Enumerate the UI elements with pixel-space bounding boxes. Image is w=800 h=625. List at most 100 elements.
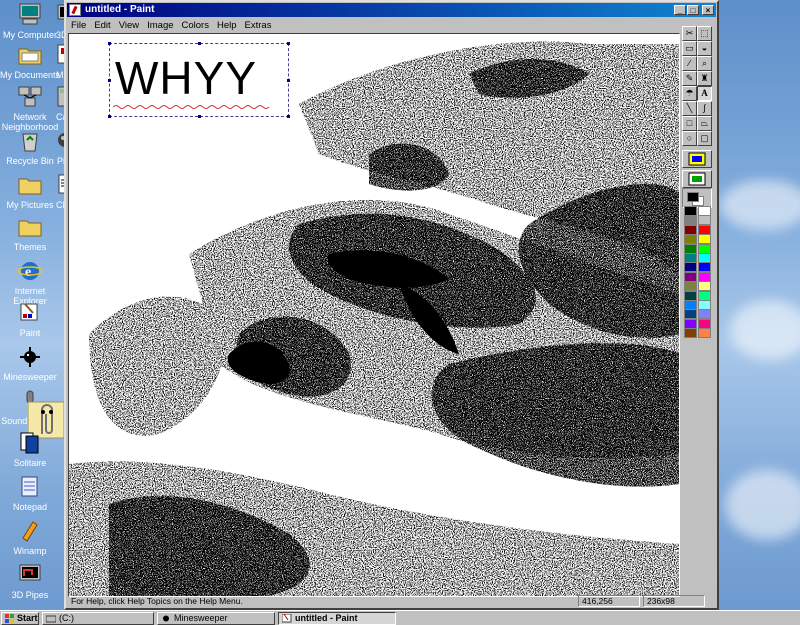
- desktop-icon-label: My Pictures: [6, 200, 54, 210]
- resize-handle[interactable]: [287, 42, 290, 45]
- palette-swatch[interactable]: [698, 328, 711, 339]
- menu-view[interactable]: View: [115, 18, 143, 32]
- internet-explorer-icon: e: [17, 258, 43, 284]
- rounded-rect-tool-icon[interactable]: ▢: [697, 131, 712, 146]
- folder-icon: [17, 42, 43, 68]
- status-bar: For Help, click Help Topics on the Help …: [67, 595, 716, 607]
- close-button[interactable]: ×: [702, 5, 714, 15]
- cards-icon: [17, 430, 43, 456]
- desktop-icon-label: Paint: [19, 328, 41, 338]
- desktop-icon-my-computer[interactable]: My Computer: [0, 2, 60, 40]
- magnifier-tool-icon[interactable]: ⌕: [697, 56, 712, 71]
- desktop-icon-recycle-bin[interactable]: Recycle Bin: [0, 128, 60, 166]
- desktop-icon-paint[interactable]: Paint: [0, 300, 60, 338]
- drawing-canvas[interactable]: WHYY: [69, 34, 679, 596]
- resize-handle[interactable]: [287, 79, 290, 82]
- taskbar: Start (C:) Minesweeper untitled - Paint: [0, 610, 800, 625]
- status-cursor-position: 416,256: [578, 595, 640, 607]
- desktop-icon-winamp[interactable]: Winamp: [0, 518, 60, 556]
- network-icon: [17, 84, 43, 110]
- minesweeper-icon: [17, 344, 43, 370]
- eraser-tool-icon[interactable]: ▭: [682, 41, 697, 56]
- paint-icon: [281, 613, 292, 623]
- desktop-icon-solitaire[interactable]: Solitaire: [0, 430, 60, 468]
- desktop-icon-notepad[interactable]: Notepad: [0, 474, 60, 512]
- menu-image[interactable]: Image: [143, 18, 177, 32]
- toolbox: ✂ ⬚ ▭ ◒ ∕ ⌕ ✎ ♜ ☂ A ╲ ∫ □ ⏢ ○ ▢: [682, 26, 715, 339]
- desktop-icon-label: My Documents: [0, 70, 60, 80]
- resize-handle[interactable]: [287, 115, 290, 118]
- taskbar-button-label: untitled - Paint: [295, 613, 358, 623]
- stippled-face-artwork: [69, 41, 679, 596]
- foreground-color-swatch[interactable]: [687, 192, 699, 202]
- minimize-button[interactable]: _: [674, 5, 686, 15]
- desktop-icon-my-pictures[interactable]: My Pictures: [0, 172, 60, 210]
- menu-colors[interactable]: Colors: [178, 18, 213, 32]
- resize-handle[interactable]: [108, 79, 111, 82]
- menu-bar: File Edit View Image Colors Help Extras: [67, 18, 716, 32]
- free-select-tool-icon[interactable]: ✂: [682, 26, 697, 41]
- paint-icon: [17, 300, 43, 326]
- resize-handle[interactable]: [108, 42, 111, 45]
- maximize-button[interactable]: □: [687, 5, 699, 15]
- desktop-icon-label: Minesweeper: [3, 372, 57, 382]
- paint-icon: [69, 4, 81, 16]
- text-tool-icon[interactable]: A: [697, 86, 712, 101]
- desktop-icon-label: My Computer: [2, 30, 57, 40]
- ellipse-tool-icon[interactable]: ○: [682, 131, 697, 146]
- pipes-icon: [17, 562, 43, 588]
- menu-help[interactable]: Help: [213, 18, 241, 32]
- rectangle-tool-icon[interactable]: □: [682, 116, 697, 131]
- desktop-icon-label: Solitaire: [13, 458, 47, 468]
- resize-handle[interactable]: [198, 42, 201, 45]
- computer-icon: [17, 2, 43, 28]
- canvas-text[interactable]: WHYY: [115, 52, 257, 104]
- polygon-tool-icon[interactable]: ⏢: [697, 116, 712, 131]
- taskbar-button-drive-c[interactable]: (C:): [42, 612, 154, 625]
- menu-edit[interactable]: Edit: [90, 18, 114, 32]
- desktop-icon-internet-explorer[interactable]: e Internet Explorer: [0, 258, 60, 306]
- desktop-icon-themes[interactable]: Themes: [0, 214, 60, 252]
- cloud: [720, 180, 800, 230]
- airbrush-tool-icon[interactable]: ☂: [682, 86, 697, 101]
- resize-handle[interactable]: [198, 115, 201, 118]
- color-picker-tool-icon[interactable]: ∕: [682, 56, 697, 71]
- drive-icon: [45, 614, 57, 623]
- canvas-scroll-area[interactable]: WHYY: [68, 33, 680, 597]
- menu-extras[interactable]: Extras: [241, 18, 276, 32]
- transparent-option-icon[interactable]: [682, 170, 712, 188]
- desktop-icon-3d-pipes[interactable]: 3D Pipes: [0, 562, 60, 600]
- opaque-option-icon[interactable]: [682, 150, 712, 168]
- resize-handle[interactable]: [108, 115, 111, 118]
- menu-file[interactable]: File: [67, 18, 90, 32]
- title-bar[interactable]: untitled - Paint _ □ ×: [67, 3, 716, 17]
- folder-icon: [17, 172, 43, 198]
- desktop-icon-my-documents[interactable]: My Documents: [0, 42, 60, 80]
- desktop-icon-network[interactable]: Network Neighborhood: [0, 84, 60, 132]
- current-colors[interactable]: [682, 188, 712, 208]
- taskbar-button-paint[interactable]: untitled - Paint: [278, 612, 396, 625]
- paint-window[interactable]: untitled - Paint _ □ × File Edit View Im…: [64, 0, 719, 610]
- start-button[interactable]: Start: [1, 612, 39, 625]
- status-help-text: For Help, click Help Topics on the Help …: [71, 596, 243, 606]
- color-palette: [682, 206, 714, 346]
- spellcheck-underline: [113, 105, 270, 109]
- desktop-icon-label: Themes: [13, 242, 47, 252]
- taskbar-button-label: Minesweeper: [174, 613, 228, 623]
- desktop-icon-label: Notepad: [12, 502, 48, 512]
- desktop-icon-label: 3D Pipes: [11, 590, 49, 600]
- pencil-tool-icon[interactable]: ✎: [682, 71, 697, 86]
- palette-swatch[interactable]: [684, 328, 697, 339]
- taskbar-button-minesweeper[interactable]: Minesweeper: [157, 612, 275, 625]
- line-tool-icon[interactable]: ╲: [682, 101, 697, 116]
- desktop-icon-minesweeper[interactable]: Minesweeper: [0, 344, 60, 382]
- windows-logo-icon: [5, 614, 15, 623]
- taskbar-button-label: (C:): [59, 613, 74, 623]
- cloud: [725, 470, 800, 540]
- status-selection-size: 236x98: [643, 595, 705, 607]
- brush-tool-icon[interactable]: ♜: [697, 71, 712, 86]
- fill-tool-icon[interactable]: ◒: [697, 41, 712, 56]
- rect-select-tool-icon[interactable]: ⬚: [697, 26, 712, 41]
- recycle-bin-icon: [17, 128, 43, 154]
- curve-tool-icon[interactable]: ∫: [697, 101, 712, 116]
